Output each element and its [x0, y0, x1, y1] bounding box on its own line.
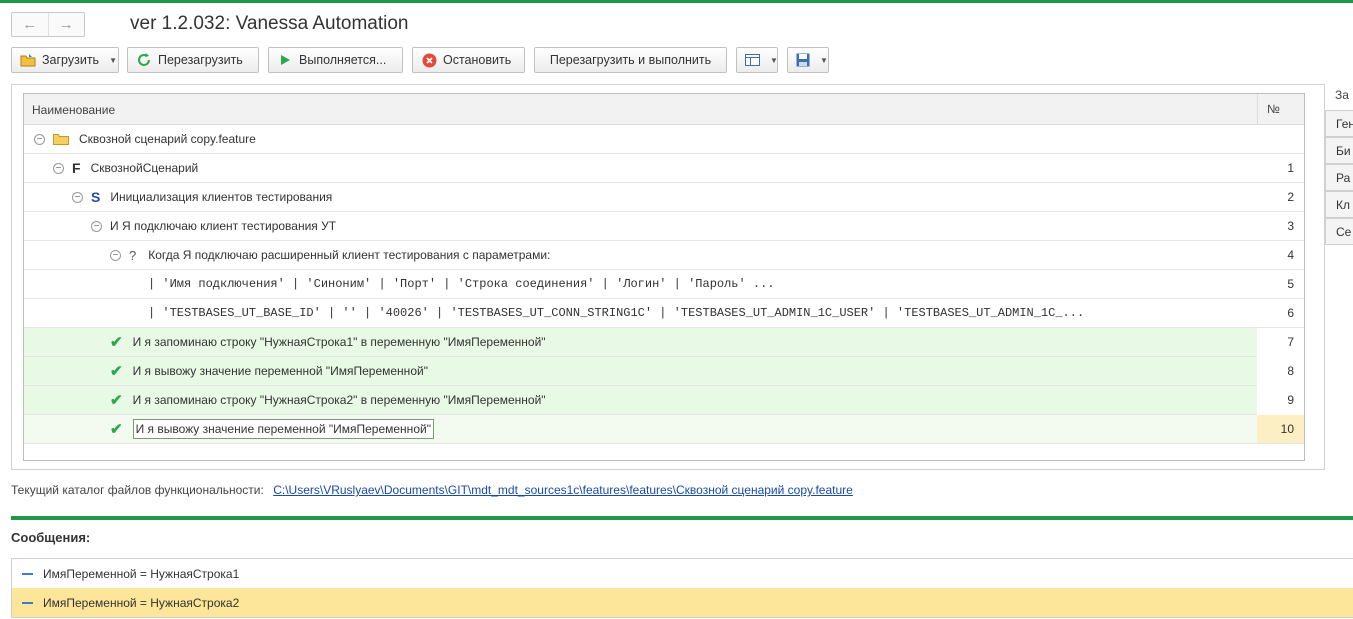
save-icon — [796, 52, 810, 68]
tree-row-text: Инициализация клиентов тестирования — [110, 190, 333, 204]
stop-icon — [421, 52, 437, 68]
tree-row-num-cell: 8 — [1257, 357, 1304, 386]
tree-row[interactable]: − S Инициализация клиентов тестирования … — [24, 183, 1304, 212]
chevron-down-icon: ▼ — [820, 55, 828, 65]
tree-row-passed[interactable]: ✔ И я запоминаю строку "НужнаяСтрока2" в… — [24, 386, 1257, 415]
side-panel-item[interactable]: Кл — [1325, 191, 1353, 218]
tree-row[interactable]: − ? Когда Я подключаю расширенный клиент… — [24, 241, 1304, 270]
collapse-icon[interactable]: − — [72, 191, 83, 203]
tree-row-text: И я запоминаю строку "НужнаяСтрока1" в п… — [132, 335, 546, 349]
side-panel: За Ген Би Ра Кл Се — [1325, 84, 1353, 264]
side-panel-item[interactable]: Се — [1325, 218, 1353, 245]
nav-buttons: ← → — [11, 12, 85, 37]
tree-row-text: Когда Я подключаю расширенный клиент тес… — [148, 248, 551, 262]
tree-row-num: 1 — [1287, 161, 1294, 175]
tree-row-text: Сквозной сценарий copy.feature — [79, 132, 256, 146]
tree-row-text: И я запоминаю строку "НужнаяСтрока2" в п… — [132, 393, 546, 407]
tree-row-num: 4 — [1287, 248, 1294, 262]
collapse-icon[interactable]: − — [53, 162, 64, 174]
tree-row-current[interactable]: ✔ И я вывожу значение переменной "ИмяПер… — [24, 415, 1304, 444]
check-icon: ✔ — [110, 421, 123, 438]
check-icon: ✔ — [110, 363, 123, 380]
refresh-icon — [136, 52, 152, 68]
message-item[interactable]: ИмяПеременной = НужнаяСтрока1 — [12, 559, 1353, 588]
tree-row-passed[interactable]: ✔ И я вывожу значение переменной "ИмяПер… — [24, 357, 1257, 386]
reload-and-run-label: Перезагрузить и выполнить — [549, 53, 712, 67]
tree-row[interactable]: − Сквозной сценарий copy.feature — [24, 125, 1304, 154]
forward-arrow-icon[interactable]: → — [47, 13, 85, 36]
window-title: ver 1.2.032: Vanessa Automation — [130, 13, 409, 34]
back-arrow-icon[interactable]: ← — [12, 13, 48, 36]
scenario-icon: S — [91, 189, 101, 205]
run-button[interactable]: Выполняется... — [268, 47, 403, 73]
collapse-icon[interactable]: − — [34, 133, 45, 145]
tree-row-num: 3 — [1287, 219, 1294, 233]
tree-row[interactable]: | 'Имя подключения' | 'Синоним' | 'Порт'… — [24, 270, 1304, 299]
tree-row-text: И я вывожу значение переменной "ИмяПерем… — [132, 364, 428, 378]
load-button-label: Загрузить — [42, 53, 100, 67]
check-icon: ✔ — [110, 334, 123, 351]
tree-row-text: СквознойСценарий — [90, 161, 199, 175]
window-top-accent — [0, 0, 1353, 3]
tree-row-text: И Я подключаю клиент тестирования УТ — [110, 219, 337, 233]
side-panel-item[interactable]: Би — [1325, 137, 1353, 164]
tree-row-num: 2 — [1287, 190, 1294, 204]
tree-row-text: | 'Имя подключения' | 'Синоним' | 'Порт'… — [148, 277, 775, 291]
tree-row-num: 10 — [1257, 415, 1304, 443]
tree-row-num: 7 — [1287, 335, 1294, 349]
tree-row-num: 8 — [1287, 364, 1294, 378]
feature-icon: F — [72, 160, 81, 176]
reload-button-label: Перезагрузить — [158, 53, 243, 67]
messages-divider — [11, 516, 1353, 520]
load-button[interactable]: Загрузить ▼ — [11, 47, 119, 73]
tree-row[interactable]: | 'TESTBASES_UT_BASE_ID' | '' | '40026' … — [24, 299, 1304, 328]
view-settings-button[interactable]: ▼ — [736, 47, 778, 73]
chevron-down-icon: ▼ — [770, 55, 778, 65]
check-icon: ✔ — [110, 392, 123, 409]
question-icon: ? — [129, 247, 137, 263]
message-item-selected[interactable]: ИмяПеременной = НужнаяСтрока2 — [12, 588, 1353, 617]
run-button-label: Выполняется... — [299, 53, 387, 67]
column-num-header[interactable]: № — [1267, 102, 1280, 116]
message-dash-icon — [22, 572, 33, 575]
column-name-header[interactable]: Наименование — [32, 103, 115, 117]
tree-row-num: 6 — [1287, 306, 1294, 320]
tree-row-num: 9 — [1287, 393, 1294, 407]
stop-button-label: Остановить — [443, 53, 512, 67]
column-num-header-cell: № — [1257, 94, 1304, 125]
tree-row-num-cell: 9 — [1257, 386, 1304, 415]
side-panel-item[interactable]: Ген — [1325, 110, 1353, 137]
catalog-info: Текущий каталог файлов функциональности:… — [11, 483, 853, 497]
catalog-label: Текущий каталог файлов функциональности: — [11, 483, 264, 497]
tree-row-text: | 'TESTBASES_UT_BASE_ID' | '' | '40026' … — [148, 306, 1085, 320]
collapse-icon[interactable]: − — [91, 220, 102, 232]
tree-row-text: И я вывожу значение переменной "ИмяПерем… — [132, 419, 434, 439]
tree-row-num: 5 — [1287, 277, 1294, 291]
folder-icon — [53, 131, 69, 147]
reload-and-run-button[interactable]: Перезагрузить и выполнить — [534, 47, 727, 73]
collapse-icon[interactable]: − — [110, 249, 121, 261]
tree-row[interactable]: − И Я подключаю клиент тестирования УТ 3 — [24, 212, 1304, 241]
save-menu-button[interactable]: ▼ — [787, 47, 829, 73]
catalog-path-link[interactable]: C:\Users\VRuslyaev\Documents\GIT\mdt_mdt… — [273, 483, 853, 497]
tree-header: Наименование № — [24, 94, 1304, 125]
message-text: ИмяПеременной = НужнаяСтрока1 — [43, 566, 240, 581]
side-panel-header: За — [1335, 88, 1349, 102]
chevron-down-icon: ▼ — [109, 55, 117, 65]
table-layout-icon — [745, 52, 760, 68]
messages-title: Сообщения: — [11, 530, 91, 545]
tree-row-num — [1257, 125, 1304, 153]
message-dash-icon — [22, 601, 33, 604]
tree-row-num-cell: 7 — [1257, 328, 1304, 357]
play-icon — [277, 52, 293, 68]
reload-button[interactable]: Перезагрузить — [127, 47, 259, 73]
tree-row[interactable]: − F СквознойСценарий 1 — [24, 154, 1304, 183]
tree-row-passed[interactable]: ✔ И я запоминаю строку "НужнаяСтрока1" в… — [24, 328, 1257, 357]
message-text: ИмяПеременной = НужнаяСтрока2 — [43, 595, 240, 610]
messages-list: ИмяПеременной = НужнаяСтрока1 ИмяПеремен… — [11, 558, 1353, 618]
side-panel-item[interactable]: Ра — [1325, 164, 1353, 191]
folder-open-icon — [20, 52, 36, 68]
scenario-tree[interactable]: Наименование № − Сквозной сценарий copy.… — [23, 93, 1305, 461]
stop-button[interactable]: Остановить — [412, 47, 525, 73]
